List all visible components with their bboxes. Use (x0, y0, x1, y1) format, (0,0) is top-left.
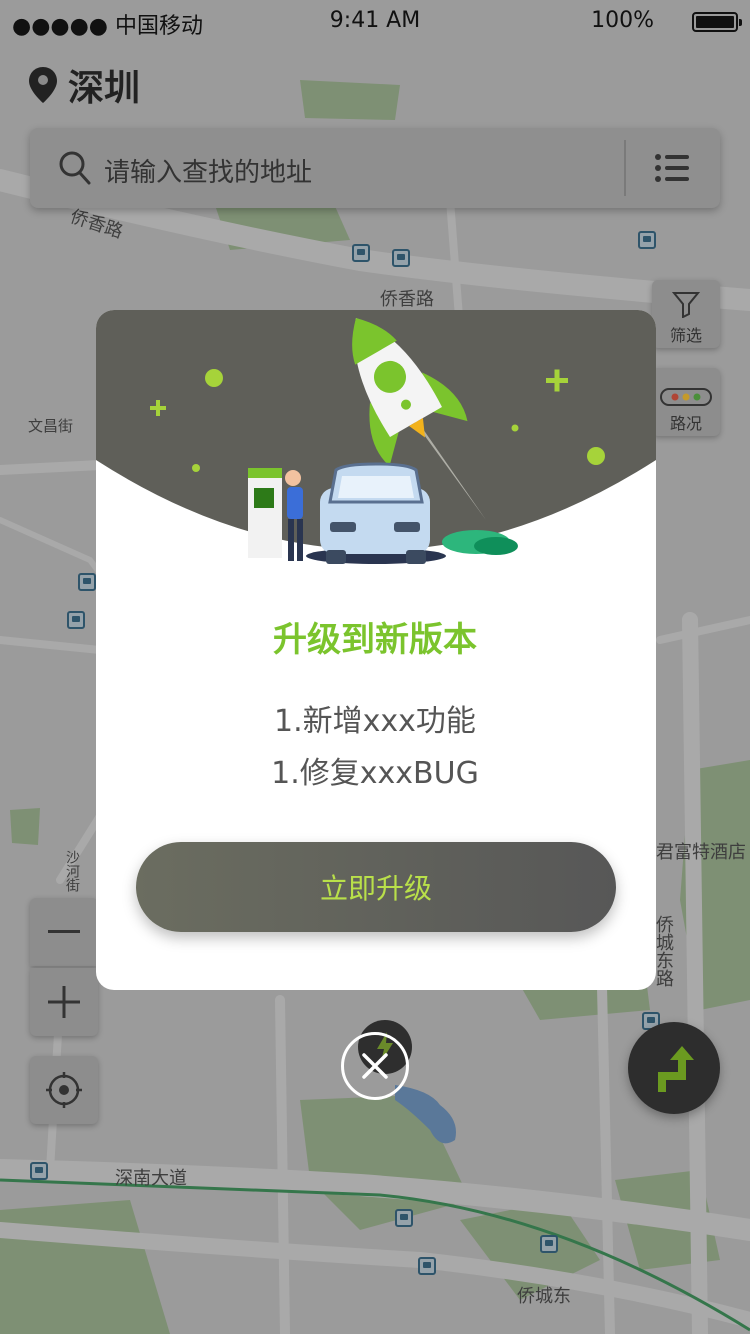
upgrade-now-button[interactable]: 立即升级 (136, 842, 616, 932)
battery-percent: 100% (591, 8, 654, 33)
list-icon[interactable] (654, 150, 690, 186)
zoom-in-button[interactable] (30, 968, 98, 1036)
navigation-arrow-icon (658, 1046, 694, 1092)
crosshair-icon (46, 1072, 82, 1108)
navigate-button[interactable] (628, 1022, 720, 1114)
dialog-title: 升级到新版本 (273, 620, 477, 660)
release-note: 1.修复xxxBUG (271, 756, 479, 791)
screen: 侨香路 侨香路 文昌街 君富特酒店 侨城东路 深南大道 沙河街 侨城东 ●●●●… (0, 0, 750, 1334)
search-bar[interactable]: 请输入查找的地址 (30, 128, 720, 208)
search-divider (624, 140, 626, 196)
battery-icon (692, 12, 742, 32)
search-icon (59, 151, 91, 185)
rocket-illustration (96, 310, 656, 564)
minus-icon (48, 930, 80, 933)
filter-icon (672, 292, 700, 318)
search-input[interactable]: 请输入查找的地址 (104, 152, 312, 189)
location-pin-icon (29, 67, 57, 103)
plus-icon (48, 986, 80, 1018)
filter-label: 筛选 (669, 326, 702, 345)
close-icon (362, 1053, 388, 1079)
close-dialog-button[interactable] (341, 1032, 409, 1100)
city-name: 深圳 (68, 68, 141, 109)
traffic-light-icon (660, 388, 712, 406)
city-selector[interactable]: 深圳 (28, 60, 140, 110)
zoom-out-button[interactable] (30, 898, 98, 966)
traffic-label: 路况 (669, 414, 702, 433)
locate-button[interactable] (30, 1056, 98, 1124)
traffic-button[interactable]: 路况 (652, 368, 720, 436)
status-bar: ●●●●● 中国移动 9:41 AM 100% (0, 0, 750, 44)
upgrade-button-label: 立即升级 (319, 872, 432, 905)
filter-button[interactable]: 筛选 (652, 280, 720, 348)
release-note: 1.新增xxx功能 (274, 704, 476, 739)
